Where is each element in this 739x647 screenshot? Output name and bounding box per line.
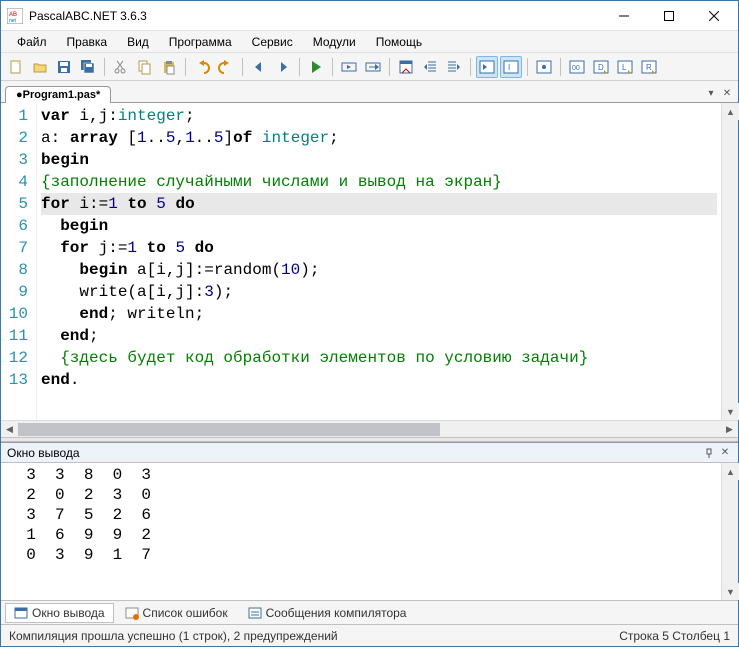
tab-close-icon[interactable]: ✕ [720,86,734,100]
scroll-right-icon[interactable]: ▶ [721,421,738,438]
menu-service[interactable]: Сервис [242,33,303,51]
svg-text:R: R [646,63,652,72]
svg-text:D: D [598,63,604,72]
output-text[interactable]: 3 3 8 0 3 2 0 2 3 0 3 7 5 2 6 1 6 9 9 2 … [1,463,721,600]
form-icon[interactable] [395,56,417,78]
step-over-icon[interactable] [362,56,384,78]
scroll-up-icon[interactable]: ▲ [722,103,739,120]
output-header: Окно вывода ✕ [1,443,738,463]
menu-program[interactable]: Программа [159,33,242,51]
minimize-button[interactable] [601,2,646,30]
toggle-panel-2-icon[interactable]: I [500,56,522,78]
new-file-icon[interactable] [5,56,27,78]
errors-tab-icon [125,606,139,620]
svg-text:L: L [622,63,627,72]
step-into-icon[interactable] [338,56,360,78]
tab-errors[interactable]: Список ошибок [116,603,237,623]
tab-output-label: Окно вывода [32,606,105,620]
scroll-left-icon[interactable]: ◀ [1,421,18,438]
maximize-button[interactable] [646,2,691,30]
close-button[interactable] [691,2,736,30]
tool-l-icon[interactable]: L [614,56,636,78]
nav-forward-icon[interactable] [272,56,294,78]
menu-edit[interactable]: Правка [57,33,118,51]
file-tab[interactable]: ●Program1.pas* [5,86,111,103]
status-position: Строка 5 Столбец 1 [619,629,730,643]
tab-bar: ●Program1.pas* ▾ ✕ [1,81,738,103]
output-tab-icon [14,606,28,620]
menu-file[interactable]: Файл [7,33,57,51]
svg-text:net: net [9,18,17,24]
run-icon[interactable] [305,56,327,78]
copy-icon[interactable] [134,56,156,78]
statusbar: Компиляция прошла успешно (1 строк), 2 п… [1,624,738,646]
svg-text:00: 00 [572,65,580,72]
bottom-tabs: Окно вывода Список ошибок Сообщения комп… [1,600,738,624]
menu-help[interactable]: Помощь [366,33,432,51]
scroll-up-icon[interactable]: ▲ [722,463,739,480]
output-title: Окно вывода [7,446,80,460]
save-all-icon[interactable] [77,56,99,78]
save-icon[interactable] [53,56,75,78]
redo-icon[interactable] [215,56,237,78]
menu-modules[interactable]: Модули [303,33,366,51]
code-area[interactable]: var i,j:integer;a: array [1..5,1..5]of i… [37,103,721,420]
editor: 12345678910111213 var i,j:integer;a: arr… [1,103,738,420]
toggle-panel-3-icon[interactable] [533,56,555,78]
scroll-down-icon[interactable]: ▼ [722,403,739,420]
status-message: Компиляция прошла успешно (1 строк), 2 п… [9,629,338,643]
scroll-down-icon[interactable]: ▼ [722,583,739,600]
pin-icon[interactable] [702,446,716,460]
paste-icon[interactable] [158,56,180,78]
tab-errors-label: Список ошибок [143,606,228,620]
open-file-icon[interactable] [29,56,51,78]
tool-code-icon[interactable]: 00 [566,56,588,78]
indent-left-icon[interactable] [419,56,441,78]
output-vscroll[interactable]: ▲ ▼ [721,463,738,600]
indent-right-icon[interactable] [443,56,465,78]
window-title: PascalABC.NET 3.6.3 [29,9,601,23]
cut-icon[interactable] [110,56,132,78]
app-icon: AB net [7,8,23,24]
output-close-icon[interactable]: ✕ [718,446,732,460]
tool-r-icon[interactable]: R [638,56,660,78]
tab-dropdown-icon[interactable]: ▾ [704,86,718,100]
toggle-panel-1-icon[interactable] [476,56,498,78]
editor-hscroll[interactable]: ◀ ▶ [1,420,738,437]
undo-icon[interactable] [191,56,213,78]
tab-compiler-label: Сообщения компилятора [266,606,407,620]
menubar: Файл Правка Вид Программа Сервис Модули … [1,31,738,53]
compiler-tab-icon [248,606,262,620]
svg-text:I: I [508,63,510,72]
editor-vscroll[interactable]: ▲ ▼ [721,103,738,420]
tab-output[interactable]: Окно вывода [5,603,114,623]
nav-back-icon[interactable] [248,56,270,78]
menu-view[interactable]: Вид [117,33,159,51]
tool-d-icon[interactable]: D [590,56,612,78]
line-gutter: 12345678910111213 [1,103,37,420]
toolbar: I 00 D L R [1,53,738,81]
tab-compiler[interactable]: Сообщения компилятора [239,603,416,623]
output-panel: Окно вывода ✕ 3 3 8 0 3 2 0 2 3 0 3 7 5 … [1,442,738,600]
titlebar: AB net PascalABC.NET 3.6.3 [1,1,738,31]
